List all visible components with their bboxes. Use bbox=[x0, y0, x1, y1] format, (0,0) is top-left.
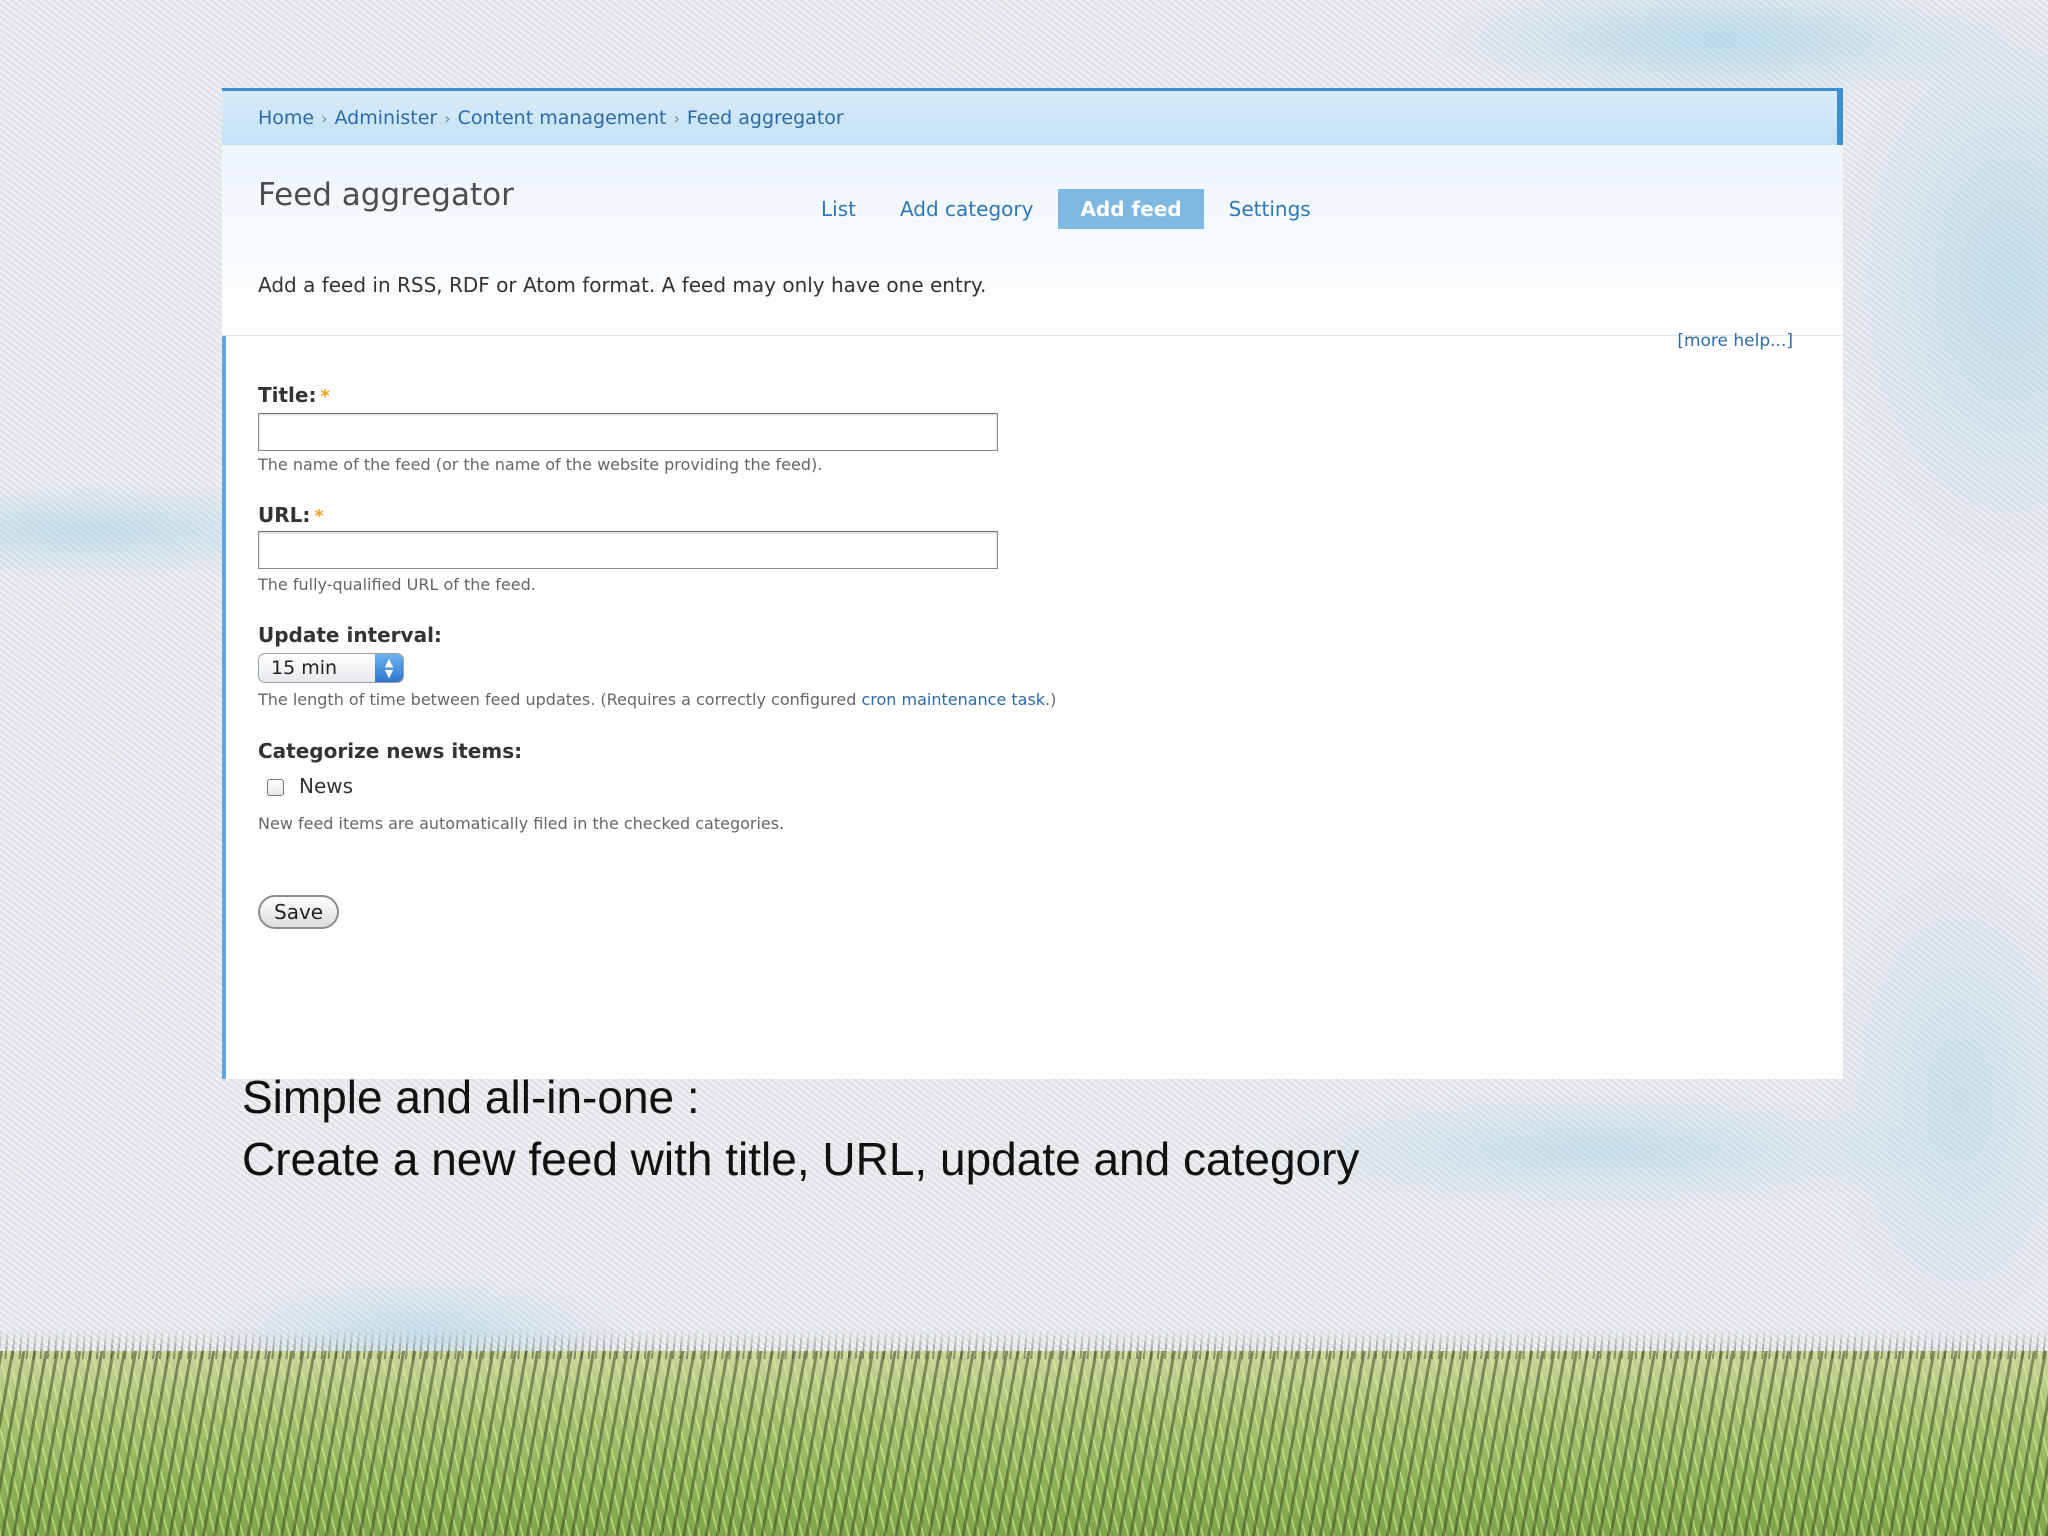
url-label-text: URL: bbox=[258, 503, 311, 527]
tab-bar: List Add category Add feed Settings bbox=[802, 189, 1336, 229]
caption-line-1: Simple and all-in-one : bbox=[242, 1071, 700, 1123]
caption-line-2: Create a new feed with title, URL, updat… bbox=[242, 1133, 1360, 1185]
news-checkbox[interactable] bbox=[267, 779, 284, 796]
url-input[interactable] bbox=[258, 531, 998, 569]
tab-list[interactable]: List bbox=[802, 189, 875, 229]
save-button[interactable]: Save bbox=[258, 895, 340, 929]
title-input[interactable] bbox=[258, 413, 998, 451]
drupal-admin-panel: Home › Administer › Content management ›… bbox=[222, 88, 1843, 1079]
breadcrumb-administer[interactable]: Administer bbox=[335, 107, 438, 129]
update-interval-select[interactable]: 15 min ▲ ▼ bbox=[258, 653, 404, 683]
more-help-link[interactable]: [more help...] bbox=[1677, 331, 1793, 351]
url-label: URL: * bbox=[258, 503, 324, 527]
update-interval-description: The length of time between feed updates.… bbox=[258, 690, 1056, 709]
page-title: Feed aggregator bbox=[258, 177, 514, 213]
select-arrows-icon: ▲ ▼ bbox=[375, 654, 403, 682]
tab-add-category[interactable]: Add category bbox=[881, 189, 1052, 229]
url-description: The fully-qualified URL of the feed. bbox=[258, 575, 536, 594]
title-label-text: Title: bbox=[258, 383, 317, 407]
intro-text: Add a feed in RSS, RDF or Atom format. A… bbox=[258, 273, 987, 297]
title-description: The name of the feed (or the name of the… bbox=[258, 455, 823, 474]
categorize-label: Categorize news items: bbox=[258, 739, 523, 763]
breadcrumb-separator: › bbox=[673, 108, 680, 128]
header-area bbox=[222, 145, 1843, 335]
update-interval-desc-suffix: .) bbox=[1045, 690, 1057, 709]
breadcrumb: Home › Administer › Content management ›… bbox=[222, 91, 1843, 145]
breadcrumb-content-management[interactable]: Content management bbox=[458, 107, 667, 129]
news-checkbox-label[interactable]: News bbox=[299, 774, 353, 798]
tabs-divider bbox=[222, 335, 1843, 336]
breadcrumb-separator: › bbox=[321, 108, 328, 128]
update-interval-desc-prefix: The length of time between feed updates.… bbox=[258, 690, 862, 709]
required-marker: * bbox=[314, 506, 324, 527]
breadcrumb-separator: › bbox=[444, 108, 451, 128]
update-interval-value: 15 min bbox=[271, 657, 338, 679]
breadcrumb-feed-aggregator[interactable]: Feed aggregator bbox=[687, 107, 844, 129]
update-interval-label: Update interval: bbox=[258, 623, 442, 647]
cron-maintenance-link[interactable]: cron maintenance task bbox=[861, 690, 1045, 709]
categorize-description: New feed items are automatically filed i… bbox=[258, 814, 785, 833]
tab-settings[interactable]: Settings bbox=[1210, 189, 1330, 229]
breadcrumb-home[interactable]: Home bbox=[258, 107, 314, 129]
title-label: Title: * bbox=[258, 383, 330, 407]
tab-add-feed[interactable]: Add feed bbox=[1058, 189, 1204, 229]
required-marker: * bbox=[320, 386, 330, 407]
grass-decoration bbox=[0, 1351, 2048, 1536]
